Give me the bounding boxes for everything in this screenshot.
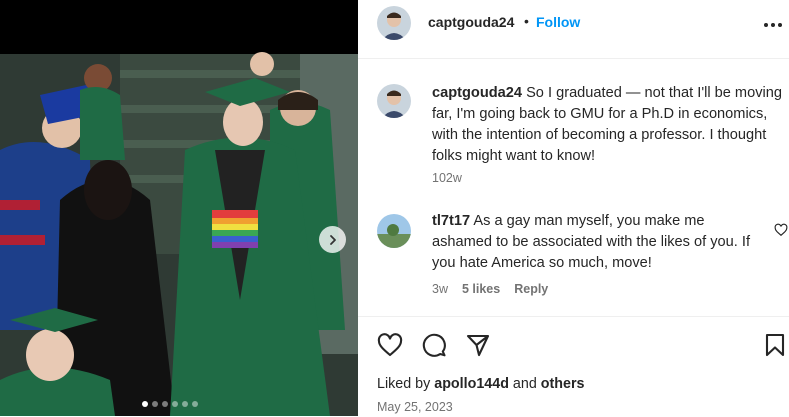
comment: tl7t17 As a gay man myself, you make me … xyxy=(432,211,764,274)
follow-button[interactable]: Follow xyxy=(536,14,580,30)
carousel-dot xyxy=(182,401,188,407)
share-icon[interactable] xyxy=(465,332,491,358)
bookmark-icon[interactable] xyxy=(762,332,788,358)
header-separator: • xyxy=(524,13,529,29)
more-icon[interactable] xyxy=(762,14,784,36)
author-username[interactable]: captgouda24 xyxy=(428,14,514,30)
avatar-image xyxy=(377,84,411,118)
heart-small-icon[interactable] xyxy=(774,223,788,237)
carousel-next-button[interactable] xyxy=(319,226,346,253)
comment-icon[interactable] xyxy=(421,332,447,358)
caption-username[interactable]: captgouda24 xyxy=(432,85,522,101)
carousel-dot xyxy=(162,401,168,407)
post-date[interactable]: May 25, 2023 xyxy=(377,400,453,414)
avatar-image xyxy=(377,214,411,248)
post-caption: captgouda24 So I graduated — not that I'… xyxy=(432,83,784,167)
post-actions: Liked by apollo144d and others May 25, 2… xyxy=(358,316,789,417)
carousel-dot xyxy=(142,401,148,407)
carousel-dot xyxy=(172,401,178,407)
comment-likes[interactable]: 5 likes xyxy=(462,282,500,296)
caption-age[interactable]: 102w xyxy=(432,171,462,185)
heart-icon[interactable] xyxy=(377,332,403,358)
likes-others[interactable]: others xyxy=(541,376,585,392)
avatar-image xyxy=(377,6,411,40)
carousel-dot xyxy=(152,401,158,407)
chevron-right-icon xyxy=(329,234,336,245)
caption-avatar[interactable] xyxy=(377,84,411,118)
comment-text: As a gay man myself, you make me ashamed… xyxy=(432,213,750,271)
comment-username[interactable]: tl7t17 xyxy=(432,213,470,229)
author-avatar[interactable] xyxy=(377,6,411,40)
comment-age[interactable]: 3w xyxy=(432,282,448,296)
post-media[interactable] xyxy=(0,0,358,416)
post-panel: captgouda24 • Follow captgouda24 So I gr… xyxy=(358,0,789,416)
carousel-dot xyxy=(192,401,198,407)
likes-summary: Liked by apollo144d and others xyxy=(377,376,584,392)
graduation-photo xyxy=(0,0,358,416)
likes-prefix: Liked by xyxy=(377,376,431,392)
carousel-dots xyxy=(142,401,198,407)
comment-meta: 3w 5 likes Reply xyxy=(432,282,548,296)
commenter-avatar[interactable] xyxy=(377,214,411,248)
post-header: captgouda24 • Follow xyxy=(358,0,789,59)
likes-joiner: and xyxy=(512,376,537,392)
likes-user[interactable]: apollo144d xyxy=(434,376,509,392)
reply-button[interactable]: Reply xyxy=(514,282,548,296)
